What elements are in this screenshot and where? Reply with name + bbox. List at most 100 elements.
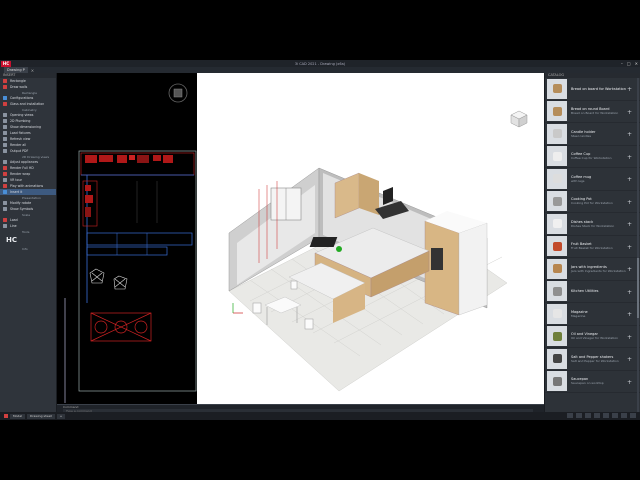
add-item-icon[interactable]: + bbox=[627, 244, 632, 251]
refresh-icon bbox=[3, 137, 7, 141]
add-sheet-button[interactable]: + bbox=[56, 413, 66, 419]
footer-info[interactable]: Info bbox=[0, 246, 56, 251]
add-item-icon[interactable]: + bbox=[627, 379, 632, 386]
grid-toggle-icon[interactable] bbox=[567, 413, 573, 418]
tool-label: Glass and installation bbox=[10, 102, 45, 106]
add-item-icon[interactable]: + bbox=[627, 221, 632, 228]
catalog-thumbnail bbox=[547, 326, 567, 347]
tool-label: Render wrap bbox=[10, 172, 31, 176]
add-item-icon[interactable]: + bbox=[627, 109, 632, 116]
catalog-item[interactable]: Candle holder Steel candles + bbox=[545, 123, 640, 146]
dishes-icon bbox=[552, 219, 562, 229]
salt-icon bbox=[552, 354, 562, 364]
maximize-button[interactable]: □ bbox=[627, 61, 631, 66]
osnap-toggle-icon[interactable] bbox=[603, 413, 609, 418]
catalog-item-name: Kitchen Utilities bbox=[571, 289, 599, 294]
snap-toggle-icon[interactable] bbox=[576, 413, 582, 418]
tool-label: Draw walls bbox=[10, 85, 28, 89]
catalog-item[interactable]: Magazine Magazine + bbox=[545, 303, 640, 326]
add-item-icon[interactable]: + bbox=[627, 176, 632, 183]
dimension-icon bbox=[3, 125, 7, 129]
config-icon bbox=[3, 96, 7, 100]
catalog-panel: CATALOG Bread on board for Workstation + B… bbox=[544, 73, 640, 412]
catalog-item[interactable]: Kitchen Utilities + bbox=[545, 281, 640, 303]
bread-icon bbox=[552, 84, 562, 94]
catalog-item-desc: Magazine bbox=[571, 313, 586, 318]
catalog-thumbnail bbox=[547, 78, 567, 99]
catalog-item[interactable]: Fruit Basket Fruit Basket for Workstation… bbox=[545, 236, 640, 258]
magazine-icon bbox=[552, 309, 562, 319]
catalog-item-desc: Oil and Vinegar for Workstation bbox=[571, 336, 619, 341]
catalog-item[interactable]: Cooking Pot Cooking Pot for Workstation + bbox=[545, 191, 640, 213]
wrap-icon bbox=[3, 172, 7, 176]
catalog-item-desc: Coffee Cup for Workstation bbox=[571, 156, 612, 161]
tool-label: Refresh view bbox=[10, 137, 31, 141]
load-icon bbox=[3, 131, 7, 135]
catalog-item[interactable]: Coffee mug with legs + bbox=[545, 168, 640, 191]
catalog-text: Coffee mug with legs bbox=[571, 175, 591, 183]
add-item-icon[interactable]: + bbox=[627, 199, 632, 206]
catalog-thumbnail bbox=[547, 281, 567, 302]
symbols-icon bbox=[3, 207, 7, 211]
cad-2d-viewport[interactable] bbox=[57, 73, 197, 412]
add-item-icon[interactable]: + bbox=[627, 311, 632, 318]
adjust-icon bbox=[3, 160, 7, 164]
add-item-icon[interactable]: + bbox=[627, 289, 632, 296]
catalog-item[interactable]: Dishes stack Dishes Stack for Workstation… bbox=[545, 213, 640, 236]
catalog-item[interactable]: Salt and Pepper shakers Salt and Pepper f… bbox=[545, 348, 640, 371]
tab-drawing-sheet[interactable]: Drawing sheet bbox=[27, 413, 55, 419]
vr-icon bbox=[3, 178, 7, 182]
catalog-item-desc: Fruit Basket for Workstation bbox=[571, 246, 613, 251]
catalog-item[interactable]: Saucepan Saucepan on worktop + bbox=[545, 371, 640, 393]
catalog-thumbnail bbox=[547, 213, 567, 234]
3d-viewport[interactable] bbox=[197, 73, 544, 412]
tool-label: VR tour bbox=[10, 178, 22, 182]
tool-label: Adjust appliances bbox=[10, 160, 39, 164]
catalog-thumbnail bbox=[547, 371, 567, 392]
catalog-item[interactable]: Bread on round Board Bread on Board for W… bbox=[545, 101, 640, 123]
settings-icon[interactable] bbox=[630, 413, 636, 418]
tool-label: Show dimensioning bbox=[10, 125, 42, 129]
floor-plan-drawing bbox=[64, 83, 197, 403]
tab-model[interactable]: Model bbox=[10, 413, 26, 419]
catalog-item[interactable]: Bread on board for Workstation + bbox=[545, 78, 640, 101]
catalog-scroll-thumb[interactable] bbox=[637, 258, 639, 318]
catalog-thumbnail bbox=[547, 303, 567, 324]
catalog-item[interactable]: Jars with ingredients Jars with Ingredien… bbox=[545, 258, 640, 281]
polar-toggle-icon[interactable] bbox=[594, 413, 600, 418]
catalog-thumbnail bbox=[547, 146, 567, 167]
catalog-text: Jars with ingredients Jars with Ingredien… bbox=[571, 265, 626, 273]
catalog-scrollbar[interactable] bbox=[637, 78, 639, 412]
add-item-icon[interactable]: + bbox=[627, 266, 632, 273]
catalog-text: Bread on round Board Bread on Board for W… bbox=[571, 107, 618, 115]
catalog-item-name: Bread on board for Workstation bbox=[571, 86, 626, 91]
close-button[interactable]: ✕ bbox=[635, 61, 638, 66]
add-tab-icon[interactable]: × bbox=[31, 68, 34, 73]
otrack-toggle-icon[interactable] bbox=[612, 413, 618, 418]
jars-icon bbox=[552, 264, 562, 274]
catalog-thumbnail bbox=[547, 123, 567, 144]
ortho-toggle-icon[interactable] bbox=[585, 413, 591, 418]
tool-label: 2D Plumbing bbox=[10, 119, 31, 123]
add-item-icon[interactable]: + bbox=[627, 86, 632, 93]
add-item-icon[interactable]: + bbox=[627, 334, 632, 341]
add-item-icon[interactable]: + bbox=[627, 154, 632, 161]
nav-cube-icon bbox=[168, 83, 188, 103]
footer-logo: HC bbox=[6, 236, 17, 244]
catalog-text: Candle holder Steel candles bbox=[571, 130, 595, 138]
add-item-icon[interactable]: + bbox=[627, 356, 632, 363]
status-bar: Model Drawing sheet + bbox=[0, 412, 640, 420]
catalog-item-desc: Dishes Stack for Workstation bbox=[571, 223, 615, 228]
plumbing-icon bbox=[3, 119, 7, 123]
tool-label: Rectangle bbox=[10, 79, 26, 83]
title-bar: HC 3i CAD 2021 - Drawing (x6a) – □ ✕ bbox=[0, 60, 640, 67]
catalog-item[interactable]: Coffee Cup Coffee Cup for Workstation + bbox=[545, 146, 640, 168]
tool-label: Insert it bbox=[10, 190, 23, 194]
lineweight-toggle-icon[interactable] bbox=[621, 413, 627, 418]
minimize-button[interactable]: – bbox=[621, 61, 623, 66]
walls-icon bbox=[3, 85, 7, 89]
insert-icon bbox=[3, 190, 7, 194]
catalog-item[interactable]: Oil and Vinegar Oil and Vinegar for Works… bbox=[545, 326, 640, 348]
add-item-icon[interactable]: + bbox=[627, 131, 632, 138]
catalog-thumbnail bbox=[547, 168, 567, 189]
